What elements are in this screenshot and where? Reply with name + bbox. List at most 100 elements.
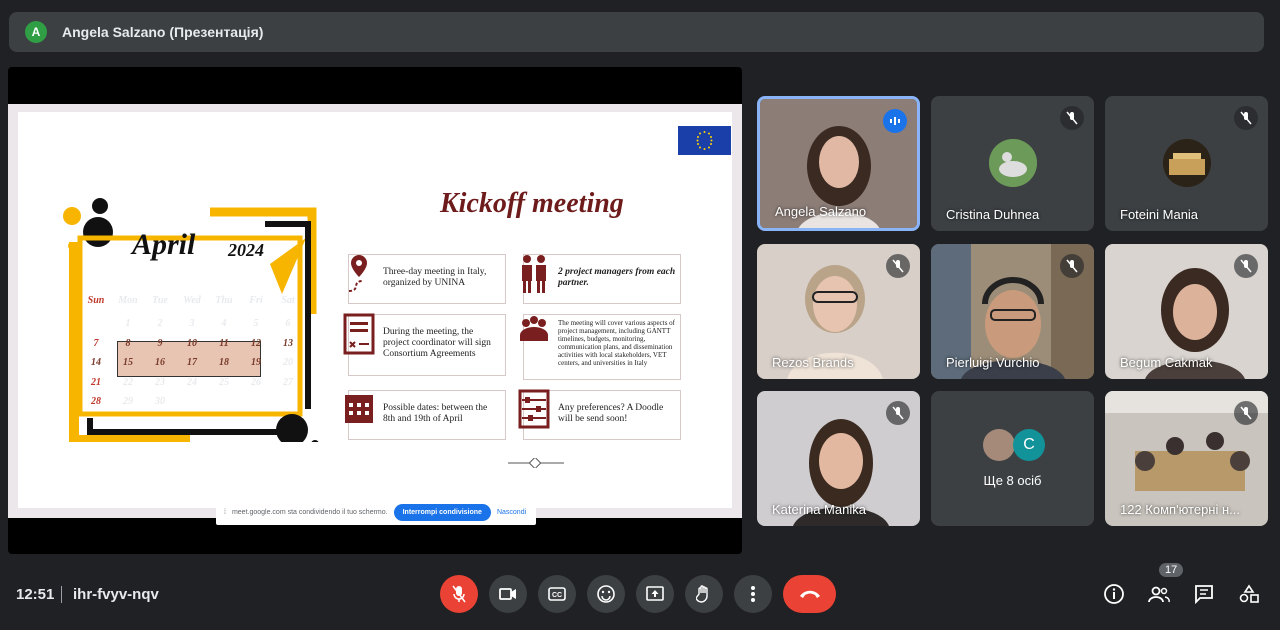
captions-button[interactable]: CC [538,575,576,613]
meeting-code: ihr-fvyv-nqv [73,586,159,603]
emoji-icon [597,585,615,603]
slide-title: Kickoff meeting [440,188,624,219]
calendar-day: 11 [219,337,229,349]
calendar-day: 23 [155,376,165,388]
more-participants-tile[interactable]: C Ще 8 осіб [931,391,1094,526]
calendar-day: 27 [283,376,293,388]
participant-tile[interactable]: Cristina Duhnea [931,96,1094,231]
mic-off-icon [1060,106,1084,130]
reactions-button[interactable] [587,575,625,613]
more-options-button[interactable] [734,575,772,613]
avatar [1163,139,1211,187]
info-card-managers: 2 project managers from each partner. [522,254,681,304]
mic-off-icon [452,585,466,603]
info-card-doodle: Any preferences? A Doodle will be send s… [518,389,681,440]
calendar-day: 15 [123,357,133,368]
more-vert-icon [751,586,755,602]
info-icon [1104,584,1124,604]
mic-off-icon [886,254,910,278]
calendar-day: 9 [157,337,163,349]
calendar-day [80,314,112,334]
activities-button[interactable] [1235,580,1263,608]
calendar-day [176,392,208,412]
calendar-day: 12 [251,337,261,349]
document-icon [343,313,375,355]
hang-up-icon [799,590,820,598]
calendar-days: 1 2 3 4 5 6 7 8 9 10 11 12 13 14 15 16 17 18 19 20 21 22 23 24 2… [80,314,304,412]
participant-name: Katerina Manika [772,502,866,517]
participant-tile[interactable]: Begum Cakmak [1105,244,1268,379]
participant-tile[interactable]: 122 Комп'ютерні н... [1105,391,1268,526]
calendar-day: 2 [157,318,163,329]
weekday: Sun [87,295,105,306]
calendar-weekdays: Sun Mon Tue Wed Thu Fri Sat [80,291,304,311]
people-icon [1148,586,1170,603]
participant-tile[interactable]: Pierluigi Vurchio [931,244,1094,379]
calendar-day: 18 [219,357,229,368]
calendar-day: 26 [251,376,261,388]
calendar-day: 6 [285,318,291,329]
participant-tile[interactable]: Katerina Manika [757,391,920,526]
hand-icon [696,585,708,603]
people-button[interactable] [1145,580,1173,608]
mic-off-icon [1060,254,1084,278]
mic-off-icon [886,401,910,425]
clock: 12:51 [16,586,55,603]
mic-off-icon [1234,401,1258,425]
camera-icon [499,588,516,600]
drag-handle-icon[interactable]: ⁞ [224,509,226,516]
shared-slide: April 2024 Sun Mon Tue Wed Thu Fri Sat 1… [8,104,742,518]
end-call-button[interactable] [783,575,836,613]
hide-button[interactable]: Nascondi [497,509,526,516]
stop-sharing-button[interactable]: Interrompi condivisione [393,503,491,521]
calendar-icon [345,395,373,423]
present-button[interactable] [636,575,674,613]
calendar-day: 8 [125,337,131,349]
mic-off-icon [1234,254,1258,278]
participant-tile[interactable]: Rezos Brands [757,244,920,379]
weekday: Sat [281,295,295,306]
camera-toggle-button[interactable] [489,575,527,613]
chat-button[interactable] [1190,580,1218,608]
calendar-day: 14 [91,357,101,368]
info-card-topics: The meeting will cover various aspects o… [520,314,681,380]
info-card-location: Three-day meeting in Italy, organized by… [348,254,506,304]
calendar-day [272,392,304,412]
participant-tile[interactable]: Foteini Mania [1105,96,1268,231]
calendar-day [240,392,272,412]
calendar-day: 7 [93,337,99,349]
weekday: Mon [118,295,138,306]
divider-ornament-icon [508,458,564,468]
participant-count-badge: 17 [1159,563,1184,577]
calendar-day: 22 [123,376,133,388]
divider [61,586,62,603]
participant-tile[interactable]: Angela Salzano [757,96,920,231]
presenter-title: Angela Salzano (Презентація) [62,24,264,40]
calendar-graphic: April 2024 Sun Mon Tue Wed Thu Fri Sat 1… [60,194,320,442]
calendar-day: 5 [253,318,259,329]
more-participants-label: Ще 8 осіб [983,473,1042,488]
calendar-day [208,392,240,412]
calendar-day: 13 [283,337,293,349]
calendar-month: April [132,228,196,261]
participant-name: 122 Комп'ютерні н... [1120,502,1240,517]
control-bar: 12:51 ihr-fvyv-nqv CC 17 [0,560,1280,630]
calendar-day: 16 [155,357,165,368]
weekday: Wed [183,295,201,306]
meeting-info-button[interactable] [1100,580,1128,608]
calendar-year: 2024 [228,240,264,260]
share-status-text: meet.google.com sta condividendo il tuo … [231,508,388,516]
weekday: Fri [249,295,263,306]
presentation-stage: April 2024 Sun Mon Tue Wed Thu Fri Sat 1… [8,67,742,554]
abacus-icon [518,389,550,429]
mic-toggle-button[interactable] [440,575,478,613]
calendar-day: 3 [189,318,195,329]
info-card-dates: Possible dates: between the 8th and 19th… [345,390,506,440]
raise-hand-button[interactable] [685,575,723,613]
presenter-bar: A Angela Salzano (Презентація) [9,12,1264,52]
calendar-day: 30 [155,396,165,407]
weekday: Thu [215,295,233,306]
avatar: C [1013,429,1045,461]
avatar [989,139,1037,187]
map-route-icon [348,255,367,292]
